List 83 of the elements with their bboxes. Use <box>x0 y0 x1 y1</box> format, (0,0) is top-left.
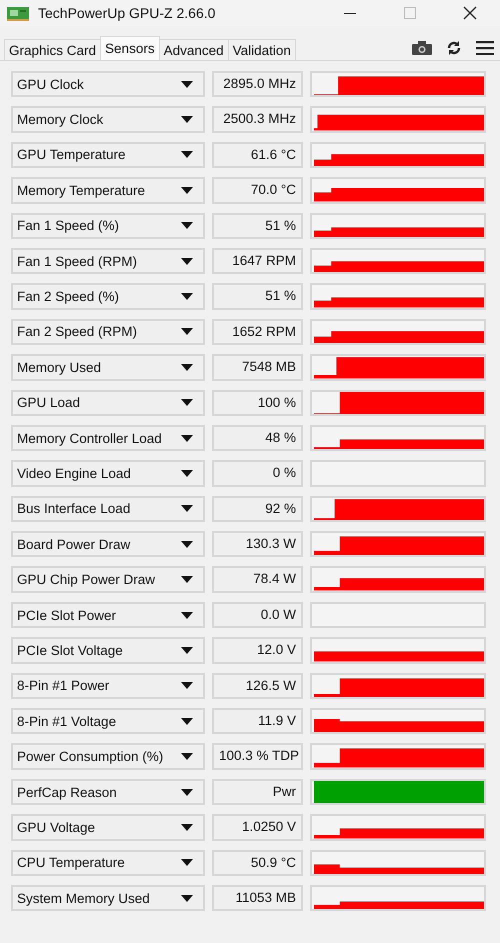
sensor-value: 12.0 V <box>212 637 303 664</box>
sensor-value: 78.4 W <box>212 566 303 593</box>
sensor-dropdown[interactable]: Fan 2 Speed (%) <box>11 283 205 310</box>
caret-icon <box>181 116 193 124</box>
sensor-value: 100 % <box>212 390 303 416</box>
caret-icon <box>181 399 193 406</box>
sensor-value: 126.5 W <box>212 672 303 700</box>
caret-icon <box>181 80 193 88</box>
sensor-dropdown[interactable]: Fan 1 Speed (RPM) <box>11 248 205 274</box>
sensor-dropdown[interactable]: System Memory Used <box>11 884 205 912</box>
caret-icon <box>181 222 193 230</box>
sensor-dropdown[interactable]: 8-Pin #1 Voltage <box>11 708 205 734</box>
sensor-dropdown[interactable]: Power Consumption (%) <box>11 743 205 770</box>
caret-icon <box>181 646 193 654</box>
sensor-value: 48 % <box>212 424 303 452</box>
sensor-dropdown[interactable]: GPU Chip Power Draw <box>11 566 205 593</box>
sensor-dropdown[interactable]: Memory Clock <box>11 106 205 133</box>
sensor-dropdown[interactable]: GPU Temperature <box>11 142 205 168</box>
caret-icon <box>181 258 193 265</box>
sensor-dropdown[interactable]: Memory Temperature <box>11 177 205 204</box>
caret-icon <box>181 682 193 690</box>
sensor-dropdown[interactable]: CPU Temperature <box>11 850 205 876</box>
caret-icon <box>181 151 193 158</box>
caret-icon <box>181 612 193 619</box>
sensor-value: 1652 RPM <box>212 318 303 346</box>
caret-icon <box>181 364 193 371</box>
sensor-value: 7548 MB <box>212 354 303 381</box>
minimize-icon <box>344 12 356 14</box>
caret-icon <box>181 894 193 902</box>
sensor-value: 50.9 °C <box>212 850 303 876</box>
sensor-value: Pwr <box>212 778 303 806</box>
caret-icon <box>181 470 193 477</box>
sensor-value: 0.0 W <box>212 602 303 628</box>
sensor-dropdown[interactable]: Bus Interface Load <box>11 496 205 522</box>
caret-icon <box>181 434 193 442</box>
maximize-icon <box>403 6 417 20</box>
sensor-value: 2500.3 MHz <box>212 106 303 133</box>
sensor-value: 51 % <box>212 283 303 310</box>
sensor-value: 100.3 % TDP <box>212 743 303 770</box>
sensor-dropdown[interactable]: 8-Pin #1 Power <box>11 672 205 700</box>
sensor-dropdown[interactable]: Memory Controller Load <box>11 424 205 452</box>
tab[interactable]: Validation <box>228 39 296 60</box>
sensor-value: 70.0 °C <box>212 177 303 204</box>
sensor-value: 51 % <box>212 212 303 239</box>
sensor-dropdown[interactable]: GPU Voltage <box>11 814 205 841</box>
caret-icon <box>181 824 193 831</box>
camera-icon[interactable] <box>412 41 432 55</box>
sensor-dropdown[interactable]: GPU Clock <box>11 71 205 98</box>
sensor-dropdown[interactable]: PCIe Slot Power <box>11 602 205 628</box>
menu-icon[interactable] <box>476 41 494 55</box>
sensor-dropdown[interactable]: Board Power Draw <box>11 531 205 558</box>
tab[interactable]: Sensors <box>100 36 160 60</box>
caret-icon <box>181 859 193 866</box>
tab[interactable]: Graphics Card <box>4 39 102 60</box>
caret-icon <box>181 505 193 512</box>
sensor-value: 1647 RPM <box>212 248 303 274</box>
sensor-dropdown[interactable]: PerfCap Reason <box>11 778 205 806</box>
close-icon <box>462 5 478 21</box>
app-icon <box>6 5 30 21</box>
refresh-icon[interactable] <box>446 40 462 56</box>
sensor-dropdown[interactable]: Memory Used <box>11 354 205 381</box>
caret-icon <box>181 718 193 725</box>
caret-icon <box>181 753 193 760</box>
sensor-value: 1.0250 V <box>212 814 303 841</box>
caret-icon <box>181 186 193 194</box>
sensor-value: 92 % <box>212 496 303 522</box>
sensor-dropdown[interactable]: Fan 2 Speed (RPM) <box>11 318 205 346</box>
sensor-dropdown[interactable]: PCIe Slot Voltage <box>11 637 205 664</box>
sensor-value: 130.3 W <box>212 531 303 558</box>
sensor-value: 61.6 °C <box>212 142 303 168</box>
sensor-dropdown[interactable]: GPU Load <box>11 390 205 416</box>
sensor-dropdown[interactable]: Fan 1 Speed (%) <box>11 212 205 239</box>
caret-icon <box>181 293 193 300</box>
sensor-dropdown[interactable]: Video Engine Load <box>11 460 205 487</box>
sensor-value: 11053 MB <box>212 884 303 912</box>
caret-icon <box>181 328 193 336</box>
caret-icon <box>181 788 193 796</box>
sensor-value: 11.9 V <box>212 708 303 734</box>
caret-icon <box>181 576 193 584</box>
caret-icon <box>181 540 193 548</box>
sensor-value: 0 % <box>212 460 303 487</box>
window-title: TechPowerUp GPU-Z 2.66.0 <box>38 5 216 21</box>
sensor-value: 2895.0 MHz <box>212 71 303 98</box>
